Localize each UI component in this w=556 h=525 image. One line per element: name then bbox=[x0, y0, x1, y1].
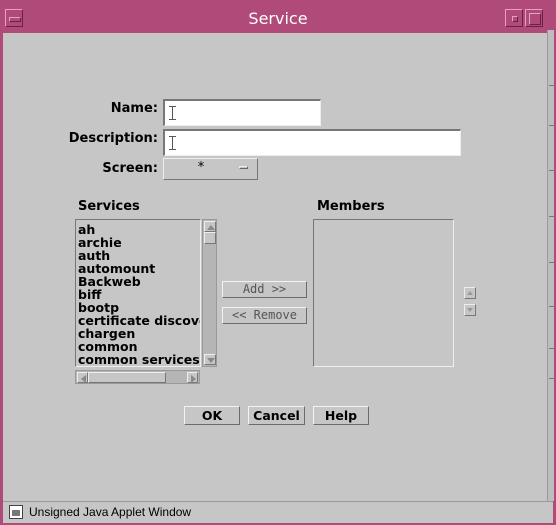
ok-button[interactable]: OK bbox=[184, 406, 240, 425]
members-list[interactable] bbox=[313, 219, 454, 367]
arrow-up-icon bbox=[467, 291, 473, 295]
screen-select-value: * bbox=[197, 160, 205, 175]
description-field[interactable] bbox=[163, 129, 461, 156]
screen-select[interactable]: * bbox=[163, 158, 258, 180]
scroll-left-button[interactable] bbox=[77, 372, 88, 383]
members-label: Members bbox=[317, 199, 385, 214]
right-edge-strip bbox=[547, 30, 554, 501]
text-cursor-icon bbox=[169, 106, 176, 120]
services-vertical-scrollbar[interactable] bbox=[202, 219, 217, 367]
arrow-right-icon bbox=[191, 375, 196, 383]
name-label: Name: bbox=[110, 101, 158, 116]
description-label: Description: bbox=[68, 131, 158, 146]
move-up-button[interactable] bbox=[464, 287, 476, 299]
dropdown-indicator-icon bbox=[239, 166, 248, 169]
arrow-down-icon bbox=[207, 358, 215, 363]
list-item[interactable]: common services bbox=[78, 353, 200, 366]
add-button[interactable]: Add >> bbox=[222, 281, 307, 298]
arrow-down-icon bbox=[467, 308, 473, 312]
screen-label: Screen: bbox=[102, 161, 158, 176]
services-horizontal-scrollbar[interactable] bbox=[75, 370, 200, 384]
move-down-button[interactable] bbox=[464, 304, 476, 316]
services-list[interactable]: ah archie auth automount Backweb biff bo… bbox=[75, 219, 201, 367]
arrow-left-icon bbox=[81, 375, 86, 383]
status-text: Unsigned Java Applet Window bbox=[29, 505, 192, 519]
java-applet-icon bbox=[9, 505, 23, 519]
minimize-button[interactable] bbox=[505, 9, 523, 27]
scroll-up-button[interactable] bbox=[204, 221, 216, 232]
maximize-button[interactable] bbox=[525, 9, 543, 27]
scroll-right-button[interactable] bbox=[187, 372, 198, 383]
arrow-up-icon bbox=[207, 225, 215, 230]
scroll-thumb[interactable] bbox=[88, 372, 166, 383]
window-title: Service bbox=[248, 9, 308, 28]
scroll-thumb[interactable] bbox=[204, 232, 216, 244]
help-button[interactable]: Help bbox=[313, 406, 369, 425]
name-field[interactable] bbox=[163, 99, 321, 126]
services-label: Services bbox=[78, 199, 140, 214]
remove-button[interactable]: << Remove bbox=[222, 307, 307, 324]
title-bar[interactable]: Service bbox=[3, 3, 553, 33]
status-bar: Unsigned Java Applet Window bbox=[3, 501, 553, 523]
text-cursor-icon bbox=[169, 136, 176, 150]
scroll-down-button[interactable] bbox=[204, 354, 216, 365]
cancel-button[interactable]: Cancel bbox=[248, 406, 305, 425]
